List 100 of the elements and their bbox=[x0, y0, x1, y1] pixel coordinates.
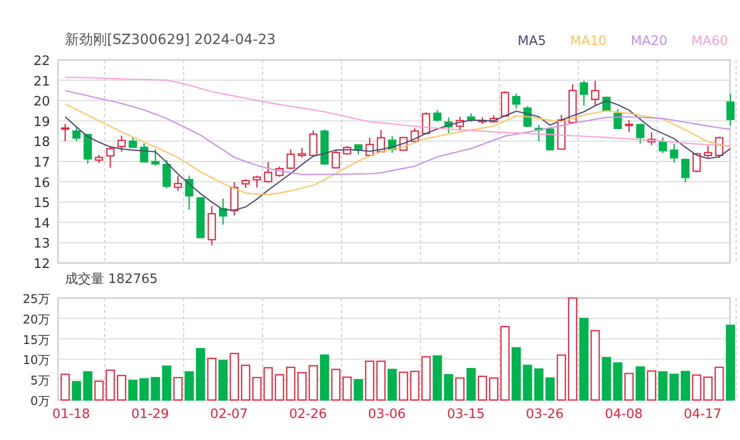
axis-label: 01-29 bbox=[131, 407, 170, 422]
axis-label: 03-26 bbox=[526, 407, 564, 422]
axis-label: 18 bbox=[33, 135, 50, 150]
axis-label: 25万 bbox=[22, 292, 50, 306]
axis-label: 10万 bbox=[22, 353, 50, 368]
axis-label: 12 bbox=[33, 257, 50, 270]
candlestick bbox=[512, 94, 520, 108]
volume-bar bbox=[140, 378, 149, 401]
volume-bar bbox=[60, 374, 70, 401]
candlestick bbox=[242, 179, 250, 188]
axis-label: 0万 bbox=[30, 394, 50, 408]
candlestick bbox=[692, 152, 701, 172]
axis-label: 19 bbox=[33, 114, 50, 130]
volume-bar bbox=[286, 366, 296, 401]
axis-label: 14 bbox=[33, 216, 50, 232]
volume-bar bbox=[455, 377, 464, 401]
candlestick bbox=[298, 148, 306, 158]
volume-bar bbox=[444, 374, 454, 401]
chart-title: 新劲刚[SZ300629] 2024-04-23 bbox=[65, 31, 276, 50]
legend-label: MA60 bbox=[691, 32, 728, 50]
volume-bar bbox=[184, 371, 194, 401]
candlestick bbox=[704, 146, 712, 158]
volume-bar bbox=[150, 376, 160, 401]
volume-bar bbox=[308, 365, 318, 401]
volume-bar bbox=[162, 366, 172, 401]
candlestick bbox=[580, 80, 588, 106]
volume-bar bbox=[106, 370, 115, 401]
candlestick bbox=[591, 80, 600, 106]
volume-bar bbox=[388, 368, 397, 401]
volume-bar bbox=[714, 366, 724, 401]
volume-bar bbox=[703, 376, 713, 401]
candlestick bbox=[185, 176, 194, 210]
axis-label: 03-15 bbox=[446, 407, 485, 422]
volume-bar bbox=[196, 348, 206, 401]
candlestick bbox=[658, 138, 667, 154]
candlestick bbox=[174, 176, 182, 191]
candlestick bbox=[456, 116, 464, 131]
candlestick bbox=[286, 150, 295, 170]
volume-bar bbox=[320, 354, 330, 401]
axis-label: 01-18 bbox=[52, 407, 90, 422]
candlestick bbox=[376, 130, 386, 152]
candlestick bbox=[478, 117, 487, 124]
volume-bar bbox=[230, 352, 239, 401]
volume-bar bbox=[602, 356, 612, 401]
volume-bar bbox=[466, 368, 476, 401]
volume-bar bbox=[94, 380, 104, 401]
axis-label: 15 bbox=[33, 196, 50, 212]
candlestick bbox=[208, 206, 216, 246]
candlestick bbox=[218, 198, 228, 225]
volume-bar bbox=[534, 368, 544, 401]
axis-label: 15万 bbox=[22, 332, 50, 347]
volume-bar bbox=[331, 368, 340, 401]
candlestick bbox=[72, 127, 81, 142]
volume-bar bbox=[398, 372, 408, 401]
volume-bar bbox=[173, 376, 183, 401]
volume-bar bbox=[207, 358, 216, 401]
candlestick bbox=[140, 143, 148, 162]
candlestick bbox=[366, 138, 374, 156]
candlestick bbox=[128, 138, 137, 148]
candlestick bbox=[354, 144, 362, 154]
volume-bar bbox=[590, 330, 600, 401]
legend-label: MA10 bbox=[570, 32, 607, 50]
candlestick bbox=[546, 128, 554, 150]
candlestick bbox=[444, 117, 453, 133]
legend-label: MA5 bbox=[518, 32, 546, 50]
candlestick bbox=[422, 112, 430, 134]
candlestick bbox=[106, 146, 114, 168]
volume-bar bbox=[680, 370, 690, 401]
candlestick bbox=[230, 182, 238, 216]
candlestick bbox=[647, 132, 656, 146]
candlestick bbox=[726, 94, 735, 126]
candlestick bbox=[196, 197, 205, 238]
candlestick bbox=[534, 124, 543, 142]
volume-bar bbox=[692, 374, 702, 401]
axis-label: 5万 bbox=[30, 374, 50, 388]
candlestick bbox=[332, 150, 340, 169]
volume-bar bbox=[241, 364, 250, 401]
candlestick bbox=[264, 162, 272, 183]
volume-bar bbox=[218, 360, 228, 401]
axis-label: 13 bbox=[33, 236, 50, 252]
volume-bar bbox=[636, 366, 645, 401]
axis-label: 20 bbox=[33, 94, 50, 110]
volume-bar bbox=[83, 371, 92, 401]
volume-bar bbox=[410, 370, 420, 401]
candlestick bbox=[433, 110, 442, 122]
volume-bar bbox=[72, 381, 82, 401]
candlestick bbox=[681, 158, 690, 182]
volume-bar bbox=[522, 364, 532, 401]
volume-bar bbox=[421, 356, 431, 401]
volume-bar bbox=[252, 376, 262, 401]
candlestick bbox=[151, 149, 160, 166]
candlestick bbox=[500, 91, 510, 117]
candlestick bbox=[320, 129, 329, 165]
candlestick bbox=[252, 176, 261, 188]
axis-label: 03-06 bbox=[368, 407, 406, 422]
candlestick bbox=[410, 128, 419, 142]
volume-bar bbox=[432, 355, 442, 401]
volume-bar bbox=[646, 370, 656, 401]
volume-bar bbox=[478, 376, 488, 401]
axis-label: 04-17 bbox=[684, 407, 722, 422]
